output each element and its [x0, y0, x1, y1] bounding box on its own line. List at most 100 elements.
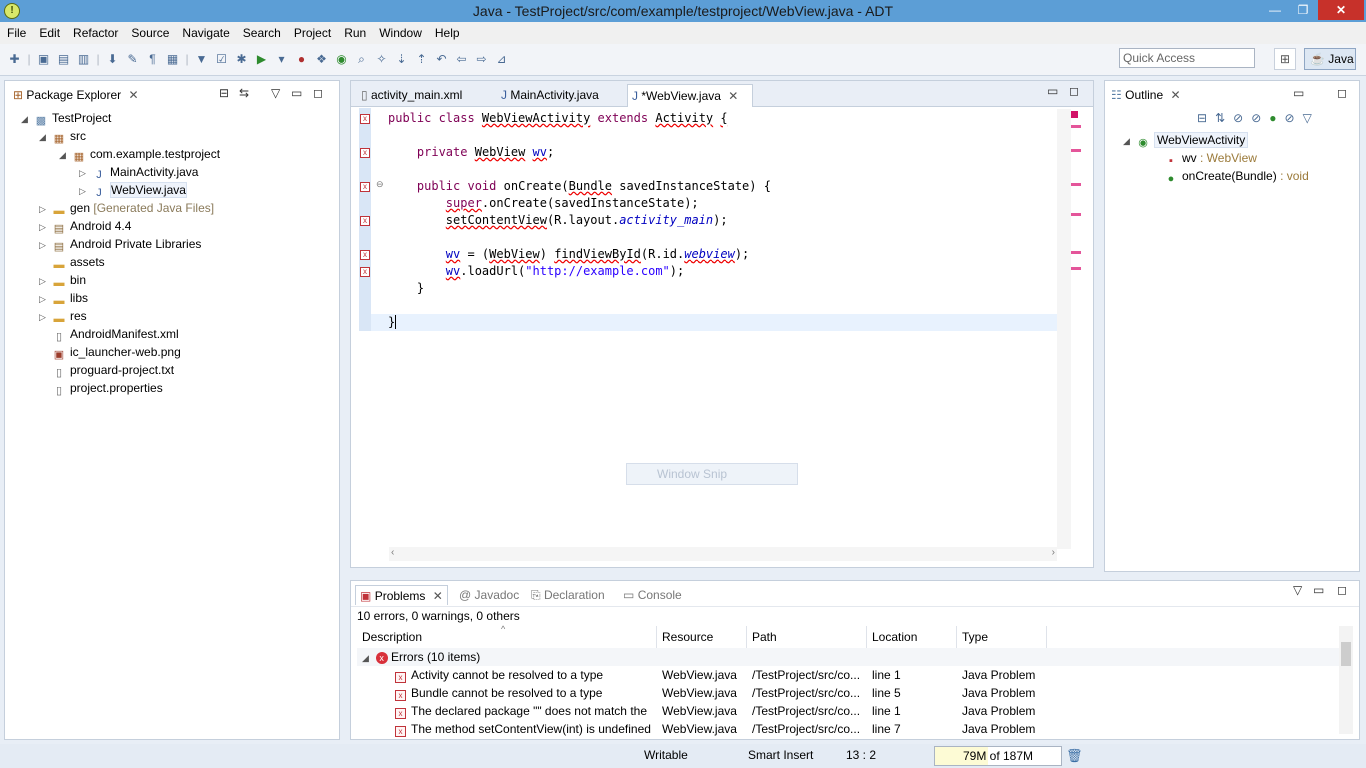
column-resource[interactable]: Resource — [657, 626, 747, 648]
quick-access-input[interactable]: Quick Access — [1119, 48, 1255, 68]
tree-item-libs[interactable]: ▷ ▬ libs — [39, 289, 88, 307]
tree-item-android-44[interactable]: ▷ ▤ Android 4.4 — [39, 217, 131, 235]
view-menu-icon[interactable]: ▽ — [1303, 111, 1320, 125]
collapsed-arrow-icon[interactable]: ▷ — [39, 290, 51, 308]
table-row[interactable]: x Activity cannot be resolved to a type W… — [357, 666, 1339, 684]
tab-package-explorer[interactable]: ⊞ Package Explorer ✕ — [13, 85, 139, 105]
tree-item-bin[interactable]: ▷ ▬ bin — [39, 271, 86, 289]
tree-item-launcher-png[interactable]: ▣ ic_launcher-web.png — [39, 343, 181, 361]
outline-member-item[interactable]: ▪ wv : WebView — [1163, 149, 1257, 167]
new-java-class-icon[interactable]: ◉ — [333, 50, 350, 68]
print-icon[interactable]: ▥ — [75, 50, 92, 68]
save-icon[interactable]: ▣ — [35, 50, 52, 68]
maximize-view-icon[interactable]: ◻ — [313, 86, 323, 100]
maximize-view-icon[interactable]: ◻ — [1337, 583, 1347, 597]
tab-mainactivity-java[interactable]: J MainActivity.java — [497, 84, 627, 107]
tree-item-gen[interactable]: ▷ ▬ gen [Generated Java Files] — [39, 199, 214, 217]
column-type[interactable]: Type — [957, 626, 1047, 648]
hide-local-types-icon[interactable]: ⊘ — [1285, 111, 1303, 125]
collapse-all-icon[interactable]: ⊟ — [1197, 111, 1215, 125]
scroll-right-icon[interactable]: › — [1052, 547, 1055, 558]
expanded-arrow-icon[interactable]: ◢ — [21, 110, 33, 128]
open-perspective-button[interactable]: ⊞ — [1274, 48, 1296, 70]
outline-class-item[interactable]: ◢ ◉ WebViewActivity — [1123, 131, 1249, 150]
view-menu-icon[interactable]: ▽ — [271, 86, 280, 100]
menu-navigate[interactable]: Navigate — [175, 22, 235, 40]
tree-item-project-properties[interactable]: ▯ project.properties — [39, 379, 163, 397]
error-marker-icon[interactable]: x — [360, 267, 370, 277]
error-marker-icon[interactable]: x — [360, 182, 370, 192]
table-row[interactable]: x Bundle cannot be resolved to a type Web… — [357, 684, 1339, 702]
new-icon[interactable]: ✚ — [6, 50, 23, 68]
error-marker-icon[interactable]: x — [360, 216, 370, 226]
tree-item-package[interactable]: ◢ ▦ com.example.testproject — [59, 145, 220, 163]
sort-icon[interactable]: ⇅ — [1215, 111, 1233, 125]
view-menu-icon[interactable]: ▽ — [1293, 583, 1302, 597]
external-tools-icon[interactable]: ● — [293, 50, 310, 68]
column-description[interactable]: Description ^ — [357, 624, 657, 648]
error-annotation-marker[interactable] — [1071, 183, 1081, 186]
garbage-collect-icon[interactable]: 🗑 — [1066, 748, 1083, 764]
table-row[interactable]: x The declared package "" does not match … — [357, 702, 1339, 720]
expanded-arrow-icon[interactable]: ◢ — [1123, 132, 1135, 150]
search-icon[interactable]: ✧ — [373, 50, 390, 68]
block-select-icon[interactable]: ▦ — [164, 50, 181, 68]
collapse-method-icon[interactable]: ⊖ — [376, 179, 384, 190]
expanded-arrow-icon[interactable]: ◢ — [59, 146, 71, 164]
tree-item-assets[interactable]: ▬ assets — [39, 253, 105, 271]
tab-webview-java[interactable]: J *WebView.java ✕ — [627, 84, 753, 107]
collapsed-arrow-icon[interactable]: ▷ — [39, 236, 51, 254]
menu-refactor[interactable]: Refactor — [66, 22, 124, 40]
previous-annotation-icon[interactable]: ⇡ — [413, 50, 430, 68]
run-dropdown-icon[interactable]: ▾ — [273, 50, 290, 68]
error-annotation-marker[interactable] — [1071, 213, 1081, 216]
collapsed-arrow-icon[interactable]: ▷ — [39, 200, 51, 218]
last-edit-location-icon[interactable]: ↶ — [433, 50, 450, 68]
error-marker-icon[interactable]: x — [360, 148, 370, 158]
menu-help[interactable]: Help — [428, 22, 466, 40]
close-icon[interactable]: ✕ — [124, 88, 138, 102]
editor-horizontal-scrollbar[interactable]: ‹ › — [389, 547, 1057, 561]
back-icon[interactable]: ⇦ — [453, 50, 470, 68]
link-with-editor-icon[interactable]: ⇆ — [239, 86, 249, 100]
open-type-icon[interactable]: ⌕ — [353, 50, 370, 68]
android-virtual-device-icon[interactable]: ▼ — [193, 50, 210, 68]
maximize-view-icon[interactable]: ◻ — [1337, 86, 1347, 100]
hide-fields-icon[interactable]: ⊘ — [1233, 111, 1251, 125]
new-java-package-icon[interactable]: ❖ — [313, 50, 330, 68]
close-icon[interactable]: ✕ — [1166, 88, 1180, 102]
pin-editor-icon[interactable]: ⊿ — [493, 50, 510, 68]
minimize-button[interactable]: — — [1262, 0, 1288, 20]
java-perspective-button[interactable]: ☕ Java — [1304, 48, 1356, 70]
tree-item-webview[interactable]: ▷ J WebView.java — [79, 181, 187, 199]
show-whitespace-icon[interactable]: ¶ — [144, 50, 161, 68]
menu-run[interactable]: Run — [337, 22, 372, 40]
debug-icon[interactable]: ✱ — [233, 50, 250, 68]
outline-member-item[interactable]: ● onCreate(Bundle) : void — [1163, 167, 1309, 185]
tree-item-testproject[interactable]: ◢ ▩ TestProject — [21, 109, 111, 127]
error-annotation-marker[interactable] — [1071, 125, 1081, 128]
minimize-view-icon[interactable]: ▭ — [1047, 84, 1058, 98]
restore-button[interactable]: ❐ — [1290, 0, 1316, 20]
error-annotation-marker[interactable] — [1071, 267, 1081, 270]
menu-edit[interactable]: Edit — [32, 22, 66, 40]
table-row[interactable]: x The method setContentView(int) is undef… — [357, 720, 1339, 738]
collapsed-arrow-icon[interactable]: ▷ — [39, 218, 51, 236]
menu-source[interactable]: Source — [124, 22, 175, 40]
collapsed-arrow-icon[interactable]: ▷ — [39, 272, 51, 290]
error-summary-icon[interactable] — [1071, 111, 1078, 118]
tab-activity-main-xml[interactable]: ▯ activity_main.xml — [357, 84, 493, 107]
save-all-icon[interactable]: ▤ — [55, 50, 72, 68]
tab-outline[interactable]: ☷ Outline ✕ — [1111, 85, 1181, 105]
tree-item-res[interactable]: ▷ ▬ res — [39, 307, 87, 325]
close-icon[interactable]: ✕ — [429, 589, 443, 603]
error-marker-icon[interactable]: x — [360, 114, 370, 124]
problems-vertical-scrollbar[interactable] — [1339, 626, 1353, 734]
expanded-arrow-icon[interactable]: ◢ — [39, 128, 51, 146]
minimize-view-icon[interactable]: ▭ — [1313, 583, 1324, 597]
tab-problems[interactable]: ▣ Problems ✕ — [355, 585, 448, 605]
collapsed-arrow-icon[interactable]: ▷ — [79, 182, 91, 200]
expanded-arrow-icon[interactable]: ◢ — [362, 653, 369, 663]
collapse-all-icon[interactable]: ⊟ — [219, 86, 229, 100]
minimize-view-icon[interactable]: ▭ — [1293, 86, 1304, 100]
